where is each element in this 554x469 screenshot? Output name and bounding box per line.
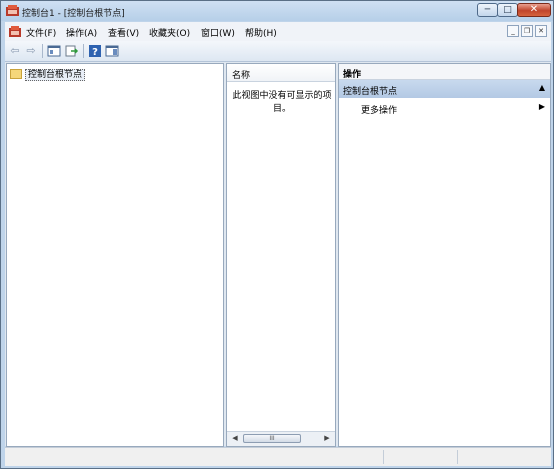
- console-content: 控制台根节点 名称 此视图中没有可显示的项目。 ◀ III ▶ 操作 控制台根节…: [5, 62, 551, 447]
- status-divider: [383, 450, 385, 464]
- collapse-up-icon[interactable]: ▲: [539, 83, 545, 92]
- title-bar[interactable]: 控制台1 - [控制台根节点] ─ □ ✕: [1, 1, 553, 21]
- more-actions-item[interactable]: 更多操作 ▶: [339, 100, 550, 116]
- actions-pane: 操作 控制台根节点 ▲ 更多操作 ▶: [338, 63, 551, 447]
- menu-bar: 文件(F) 操作(A) 查看(V) 收藏夹(O) 窗口(W) 帮助(H) _ ❐…: [5, 22, 551, 41]
- maximize-button[interactable]: □: [497, 3, 518, 17]
- window-title: 控制台1 - [控制台根节点]: [22, 9, 125, 19]
- console-tree-pane: 控制台根节点: [6, 63, 224, 447]
- close-button[interactable]: ✕: [517, 3, 551, 17]
- column-header-name[interactable]: 名称: [227, 64, 335, 82]
- app-window: 控制台1 - [控制台根节点] ─ □ ✕ 文件(F) 操作(A) 查看(V) …: [0, 0, 554, 469]
- show-hide-tree-icon[interactable]: [47, 44, 61, 58]
- scroll-thumb[interactable]: III: [243, 434, 301, 443]
- mmc-app-icon: [6, 5, 19, 16]
- menu-window[interactable]: 窗口(W): [201, 26, 235, 39]
- maximize-icon: □: [503, 5, 512, 15]
- empty-list-message: 此视图中没有可显示的项目。: [232, 91, 332, 114]
- status-divider: [457, 450, 459, 464]
- actions-section-label: 控制台根节点: [343, 87, 398, 97]
- tree-node-label: 控制台根节点: [25, 69, 86, 81]
- menu-favorites[interactable]: 收藏夹(O): [149, 26, 190, 39]
- child-close-button[interactable]: ✕: [535, 25, 547, 37]
- minimize-button[interactable]: ─: [477, 3, 498, 17]
- export-list-icon[interactable]: [65, 44, 79, 58]
- child-minimize-button[interactable]: _: [507, 25, 519, 37]
- restore-icon: ❐: [523, 27, 531, 35]
- mmc-system-menu-icon[interactable]: [9, 26, 21, 37]
- menu-action[interactable]: 操作(A): [66, 26, 97, 39]
- toolbar-separator: [42, 44, 43, 58]
- scroll-left-icon[interactable]: ◀: [229, 433, 241, 444]
- toolbar: ⇦ ⇨ ?: [5, 41, 551, 62]
- child-restore-button[interactable]: ❐: [521, 25, 533, 37]
- forward-icon[interactable]: ⇨: [24, 44, 38, 58]
- svg-text:?: ?: [92, 47, 98, 58]
- minimize-icon: _: [511, 27, 515, 35]
- actions-pane-header: 操作: [339, 64, 550, 80]
- close-icon: ✕: [529, 4, 539, 15]
- submenu-arrow-icon: ▶: [538, 102, 545, 111]
- menu-help[interactable]: 帮助(H): [245, 26, 277, 39]
- menu-file[interactable]: 文件(F): [26, 26, 56, 39]
- actions-pane-title: 操作: [343, 70, 362, 80]
- close-icon: ✕: [538, 27, 544, 35]
- toolbar-separator: [83, 44, 84, 58]
- minimize-icon: ─: [484, 5, 491, 15]
- tree-node-console-root[interactable]: 控制台根节点: [10, 67, 86, 81]
- actions-section-console-root[interactable]: 控制台根节点 ▲: [339, 80, 550, 98]
- column-header-label: 名称: [232, 71, 251, 81]
- folder-icon: [10, 68, 22, 79]
- results-list-pane: 名称 此视图中没有可显示的项目。 ◀ III ▶: [226, 63, 336, 447]
- status-bar: [5, 447, 551, 466]
- horizontal-scrollbar[interactable]: ◀ III ▶: [227, 431, 335, 446]
- show-hide-action-pane-icon[interactable]: [105, 44, 119, 58]
- back-icon[interactable]: ⇦: [8, 44, 22, 58]
- more-actions-label: 更多操作: [361, 106, 398, 116]
- scroll-right-icon[interactable]: ▶: [321, 433, 333, 444]
- menu-view[interactable]: 查看(V): [108, 26, 139, 39]
- help-icon[interactable]: ?: [88, 44, 102, 58]
